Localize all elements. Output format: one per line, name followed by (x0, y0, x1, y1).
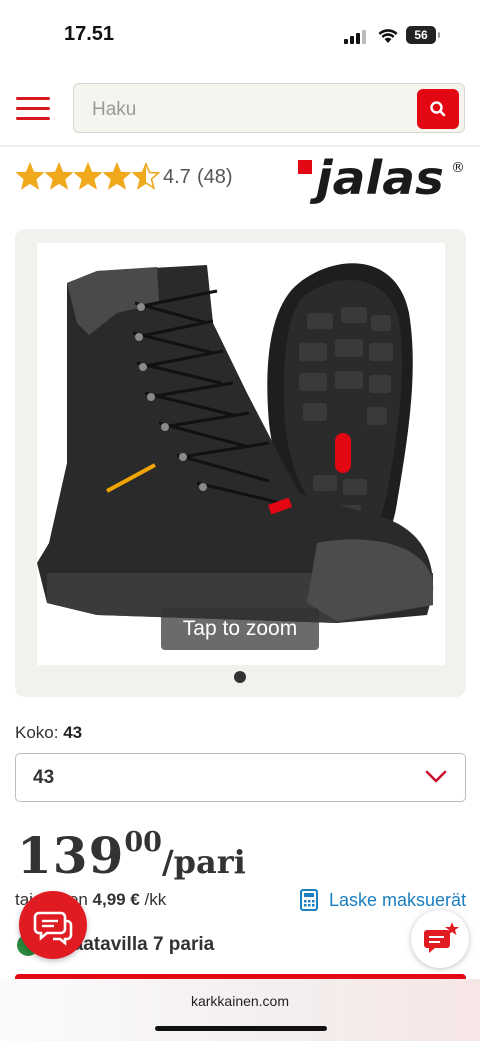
feedback-star-icon (424, 922, 459, 953)
hamburger-menu-icon[interactable] (16, 97, 50, 121)
star-half-icon (132, 162, 160, 190)
size-select-value: 43 (33, 767, 55, 788)
brand-logo: jalas ® (298, 151, 465, 205)
tap-to-zoom-hint[interactable]: Tap to zoom (161, 608, 319, 650)
product-image[interactable] (37, 243, 445, 665)
rating-stars[interactable] (16, 162, 161, 192)
installment-suffix: /kk (144, 890, 167, 909)
gallery-dot-active[interactable] (234, 671, 246, 683)
star-full-icon (103, 162, 131, 190)
price-unit: /pari (161, 843, 246, 881)
price-integer: 139 (17, 826, 125, 885)
battery-icon: 56 (406, 26, 440, 44)
wifi-icon (378, 29, 398, 43)
header-divider (0, 145, 480, 147)
size-label-value: 43 (63, 723, 83, 742)
brand-registered-mark: ® (451, 160, 465, 176)
size-select[interactable]: 43 (15, 753, 466, 802)
chat-button[interactable] (19, 891, 87, 959)
search-icon (430, 101, 446, 117)
product-price: 13900/pari (17, 826, 246, 885)
browser-toolbar (0, 979, 480, 1041)
installment-amount: 4,99 € (92, 890, 140, 909)
star-full-icon (74, 162, 102, 190)
status-time: 17.51 (64, 23, 115, 45)
price-decimals: 00 (124, 827, 162, 858)
calculator-icon[interactable] (300, 889, 318, 911)
search-bar (73, 83, 465, 133)
payment-calculator-link[interactable]: Laske maksuerät (329, 890, 466, 911)
safety-boot-illustration (37, 263, 434, 623)
brand-logo-text: jalas (310, 151, 444, 205)
review-count[interactable]: (48) (197, 166, 233, 189)
cellular-signal-icon (344, 28, 370, 44)
size-label-text: Koko: (15, 723, 59, 742)
star-full-icon (16, 162, 44, 190)
status-bar: 17.51 56 (0, 0, 480, 66)
star-full-icon (45, 162, 73, 190)
search-button[interactable] (417, 89, 459, 129)
chevron-down-icon (425, 770, 447, 783)
feedback-button[interactable] (411, 910, 469, 968)
home-indicator[interactable] (155, 1026, 327, 1031)
size-label: Koko: 43 (15, 723, 82, 743)
browser-url[interactable]: karkkainen.com (0, 993, 480, 1009)
rating-value: 4.7 (163, 166, 191, 188)
chat-bubbles-icon (33, 911, 73, 946)
search-input[interactable] (90, 96, 394, 124)
